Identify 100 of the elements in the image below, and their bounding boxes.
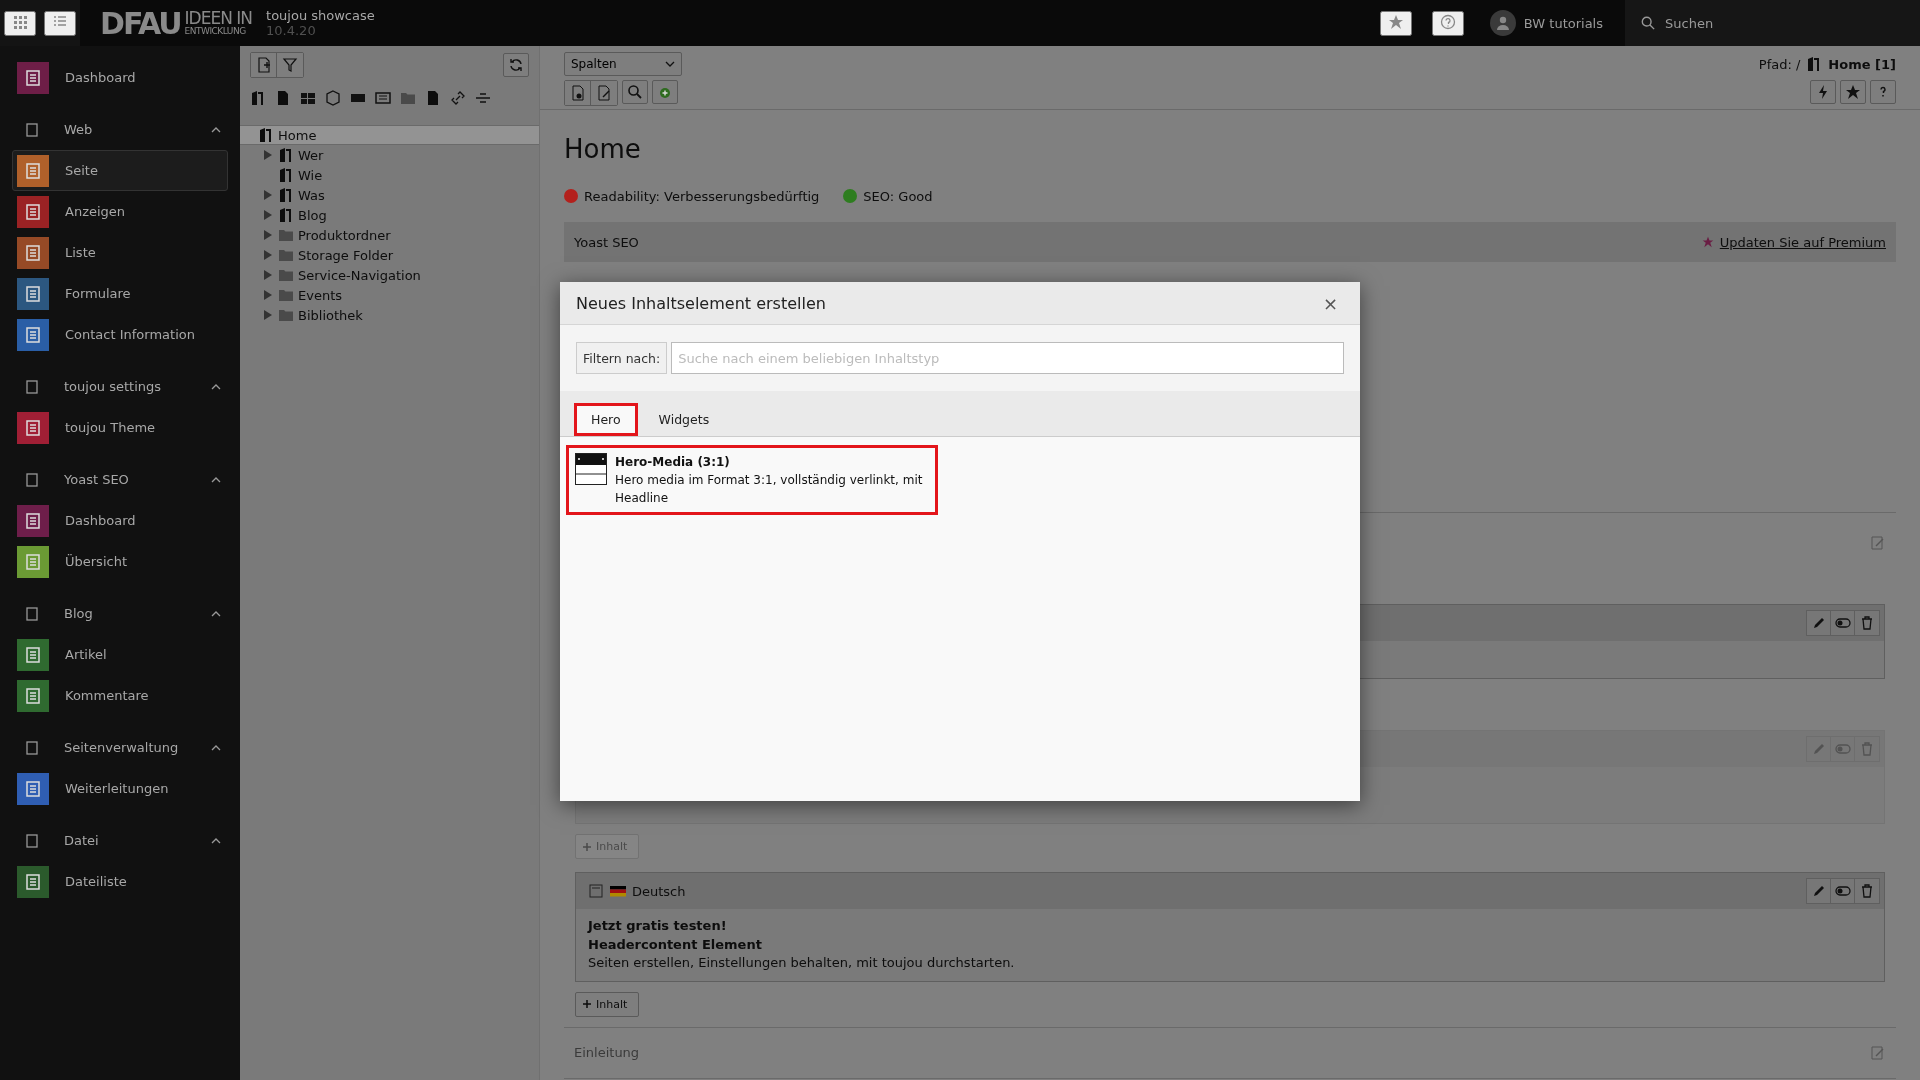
tree-item[interactable]: Events: [240, 285, 539, 305]
edit-icon: [596, 85, 612, 101]
refresh-button[interactable]: [503, 53, 529, 77]
tree-item[interactable]: Was: [240, 185, 539, 205]
page-title: Home: [564, 134, 642, 164]
module-item[interactable]: Weiterleitungen: [12, 768, 228, 809]
apps-icon: [12, 13, 28, 30]
tree-item[interactable]: Wie: [240, 165, 539, 185]
expand-icon: [262, 289, 274, 301]
tree-item[interactable]: Service-Navigation: [240, 265, 539, 285]
add-content-button[interactable]: Inhalt: [575, 991, 639, 1017]
module-item[interactable]: Dashboard: [12, 57, 228, 98]
section-icon: [24, 832, 40, 849]
module-icon: [17, 411, 49, 444]
element-subheader: Headercontent Element: [588, 935, 763, 954]
module-item[interactable]: Anzeigen: [12, 191, 228, 232]
new-page-button[interactable]: [251, 53, 277, 77]
star-icon: [1701, 236, 1714, 248]
flash-button[interactable]: [1810, 80, 1836, 104]
plus-icon: [582, 841, 592, 852]
edit-button[interactable]: [1807, 611, 1831, 635]
page-icon: [278, 147, 294, 163]
element-icon: [588, 883, 604, 899]
delete-button[interactable]: [1855, 879, 1879, 903]
section-icon: [24, 471, 40, 488]
filter-field[interactable]: Suche nach einem beliebigen Inhaltstyp: [671, 342, 1344, 374]
delete-button[interactable]: [1855, 611, 1879, 635]
module-icon: [17, 236, 49, 269]
expand-icon: [262, 209, 274, 221]
path-page: Home [1]: [1828, 56, 1896, 72]
preview-icon: [569, 85, 586, 101]
search-button[interactable]: Suchen: [1625, 0, 1920, 46]
module-group[interactable]: toujou settings: [12, 366, 228, 407]
column-edit-icon: [1870, 1044, 1886, 1061]
edit-button[interactable]: [1807, 879, 1831, 903]
module-item[interactable]: Dashboard: [12, 500, 228, 541]
page-icon: [425, 90, 441, 106]
tab[interactable]: Hero: [574, 403, 638, 436]
tree-item[interactable]: Wer: [240, 145, 539, 165]
module-item[interactable]: Artikel: [12, 634, 228, 675]
module-group[interactable]: Seitenverwaltung: [12, 727, 228, 768]
module-group[interactable]: Blog: [12, 593, 228, 634]
folder-icon: [278, 267, 294, 283]
delete-icon: [1859, 883, 1875, 899]
apps-button[interactable]: [4, 10, 36, 36]
tree-item[interactable]: Home: [240, 125, 539, 145]
folder-icon: [278, 247, 294, 263]
filter-button[interactable]: [277, 53, 303, 77]
view-select[interactable]: Spalten: [564, 52, 682, 76]
search-button[interactable]: [622, 80, 648, 104]
module-item[interactable]: toujou Theme: [12, 407, 228, 448]
element-text: Seiten erstellen, Einstellungen behalten, mit toujou durchstarten.: [588, 954, 1016, 972]
caret-icon: [665, 59, 675, 69]
tree-item[interactable]: Bibliothek: [240, 305, 539, 325]
module-item[interactable]: Seite: [12, 150, 228, 191]
expand-icon: [262, 249, 274, 261]
page-icon: [278, 167, 294, 183]
tab[interactable]: Widgets: [641, 403, 727, 436]
page-icon: [250, 90, 266, 106]
expand-icon: [262, 149, 274, 161]
toggle-button[interactable]: [1831, 879, 1855, 903]
expand-icon: [262, 309, 274, 321]
tree-item[interactable]: Produktordner: [240, 225, 539, 245]
folder-icon: [278, 227, 294, 243]
toggle-button[interactable]: [1831, 611, 1855, 635]
module-icon: [17, 318, 49, 351]
module-group[interactable]: Yoast SEO: [12, 459, 228, 500]
help-button[interactable]: [1431, 10, 1464, 36]
content-type-item[interactable]: Hero-Media (3:1) Hero media im Format 3:1, vollständig verlinkt, mit Headline: [566, 445, 938, 515]
help-icon: [1439, 13, 1456, 30]
tree-item[interactable]: Storage Folder: [240, 245, 539, 265]
path-label: Pfad: /: [1758, 56, 1801, 72]
module-icon: [17, 195, 49, 228]
toggle-icon: [1834, 615, 1851, 631]
module-group[interactable]: Datei: [12, 820, 228, 861]
section-title: Einleitung: [574, 1045, 640, 1060]
module-item[interactable]: Liste: [12, 232, 228, 273]
module-item[interactable]: Übersicht: [12, 541, 228, 582]
plus-icon: [582, 999, 592, 1009]
page-icon: [278, 207, 294, 223]
seo-status: SEO: Good: [863, 188, 933, 204]
refresh-icon: [508, 57, 524, 73]
module-group[interactable]: Web: [12, 109, 228, 150]
module-item[interactable]: Contact Information: [12, 314, 228, 355]
preview-button[interactable]: [565, 81, 591, 105]
element-header: Jetzt gratis testen!: [588, 917, 728, 935]
module-icon: [17, 504, 49, 537]
list-button[interactable]: [44, 10, 76, 36]
module-item[interactable]: Dateiliste: [12, 861, 228, 902]
close-button[interactable]: ×: [1316, 291, 1344, 315]
star-button[interactable]: [1379, 10, 1412, 36]
star-button[interactable]: [1840, 80, 1866, 104]
tree-item[interactable]: Blog: [240, 205, 539, 225]
toggle-icon: [1834, 883, 1851, 899]
user-icon: [1494, 15, 1511, 31]
premium-link[interactable]: Updaten Sie auf Premium: [1719, 234, 1886, 250]
filter-icon: [282, 57, 298, 73]
module-item[interactable]: Formulare: [12, 273, 228, 314]
module-item[interactable]: Kommentare: [12, 675, 228, 716]
user-menu[interactable]: BW tutorials: [1483, 9, 1609, 37]
